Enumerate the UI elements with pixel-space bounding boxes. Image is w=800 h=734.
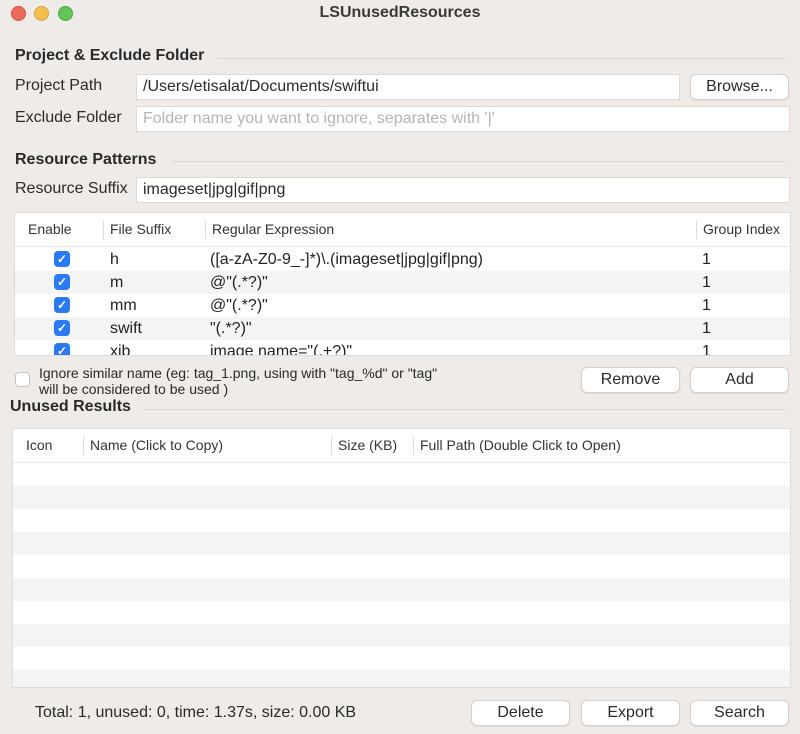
window-title: LSUnusedResources bbox=[319, 4, 481, 21]
table-row[interactable]: ✓ m @"(.*?)" 1 bbox=[15, 271, 790, 294]
exclude-folder-input[interactable] bbox=[136, 106, 790, 132]
empty-row bbox=[13, 624, 790, 647]
exclude-folder-label: Exclude Folder bbox=[15, 109, 122, 126]
column-header-regex[interactable]: Regular Expression bbox=[206, 213, 334, 246]
empty-row bbox=[13, 670, 790, 687]
file-suffix-cell[interactable]: xib bbox=[110, 340, 130, 355]
group-index-cell[interactable]: 1 bbox=[702, 271, 711, 294]
resource-suffix-label: Resource Suffix bbox=[15, 180, 128, 197]
enable-checkbox[interactable]: ✓ bbox=[54, 274, 70, 290]
column-header-full-path[interactable]: Full Path (Double Click to Open) bbox=[414, 429, 621, 462]
regex-cell[interactable]: @"(.*?)" bbox=[210, 271, 268, 294]
enable-checkbox[interactable]: ✓ bbox=[54, 320, 70, 336]
project-section-divider bbox=[218, 58, 786, 59]
table-row[interactable]: ✓ swift "(.*?)" 1 bbox=[15, 317, 790, 340]
regex-cell[interactable]: "(.*?)" bbox=[210, 317, 252, 340]
title-bar: LSUnusedResources bbox=[0, 0, 800, 28]
column-header-name[interactable]: Name (Click to Copy) bbox=[84, 429, 223, 462]
browse-button[interactable]: Browse... bbox=[690, 74, 789, 100]
enable-checkbox[interactable]: ✓ bbox=[54, 343, 70, 355]
column-header-size[interactable]: Size (KB) bbox=[332, 429, 397, 462]
results-section-divider bbox=[143, 409, 786, 410]
search-button[interactable]: Search bbox=[690, 700, 789, 726]
empty-row bbox=[13, 486, 790, 509]
file-suffix-cell[interactable]: mm bbox=[110, 294, 137, 317]
add-button[interactable]: Add bbox=[690, 367, 789, 393]
project-path-label: Project Path bbox=[15, 77, 103, 94]
regex-cell[interactable]: ([a-zA-Z0-9_-]*)\.(imageset|jpg|gif|png) bbox=[210, 248, 483, 271]
table-header-divider bbox=[15, 246, 790, 247]
patterns-table[interactable]: Enable File Suffix Regular Expression Gr… bbox=[14, 212, 791, 356]
regex-cell[interactable]: image name="(.+?)" bbox=[210, 340, 352, 355]
ignore-similar-name-checkbox[interactable] bbox=[15, 372, 30, 387]
group-index-cell[interactable]: 1 bbox=[702, 317, 711, 340]
delete-button[interactable]: Delete bbox=[471, 700, 570, 726]
export-button[interactable]: Export bbox=[581, 700, 680, 726]
file-suffix-cell[interactable]: m bbox=[110, 271, 123, 294]
resource-suffix-input[interactable] bbox=[136, 177, 790, 203]
status-text: Total: 1, unused: 0, time: 1.37s, size: … bbox=[35, 704, 357, 721]
table-row[interactable]: ✓ xib image name="(.+?)" 1 bbox=[15, 340, 790, 355]
group-index-cell[interactable]: 1 bbox=[702, 248, 711, 271]
ignore-similar-name-label-line2: will be considered to be used ) bbox=[39, 381, 229, 397]
regex-cell[interactable]: @"(.*?)" bbox=[210, 294, 268, 317]
empty-row bbox=[13, 578, 790, 601]
results-table[interactable]: Icon Name (Click to Copy) Size (KB) Full… bbox=[12, 428, 791, 688]
column-header-group-index[interactable]: Group Index bbox=[697, 213, 780, 246]
project-section-title: Project & Exclude Folder bbox=[15, 47, 205, 64]
patterns-section-divider bbox=[172, 161, 786, 162]
column-header-file-suffix[interactable]: File Suffix bbox=[104, 213, 171, 246]
project-path-input[interactable] bbox=[136, 74, 680, 100]
empty-row bbox=[13, 532, 790, 555]
group-index-cell[interactable]: 1 bbox=[702, 340, 711, 355]
table-row[interactable]: ✓ mm @"(.*?)" 1 bbox=[15, 294, 790, 317]
remove-button[interactable]: Remove bbox=[581, 367, 680, 393]
enable-checkbox[interactable]: ✓ bbox=[54, 297, 70, 313]
table-header-divider bbox=[13, 462, 790, 463]
file-suffix-cell[interactable]: swift bbox=[110, 317, 142, 340]
group-index-cell[interactable]: 1 bbox=[702, 294, 711, 317]
enable-checkbox[interactable]: ✓ bbox=[54, 251, 70, 267]
table-row[interactable]: ✓ h ([a-zA-Z0-9_-]*)\.(imageset|jpg|gif|… bbox=[15, 248, 790, 271]
column-header-enable[interactable]: Enable bbox=[22, 213, 72, 246]
file-suffix-cell[interactable]: h bbox=[110, 248, 119, 271]
main-window: LSUnusedResources Project & Exclude Fold… bbox=[0, 0, 800, 734]
patterns-section-title: Resource Patterns bbox=[15, 151, 157, 168]
column-header-icon[interactable]: Icon bbox=[20, 429, 52, 462]
results-section-title: Unused Results bbox=[10, 398, 131, 415]
